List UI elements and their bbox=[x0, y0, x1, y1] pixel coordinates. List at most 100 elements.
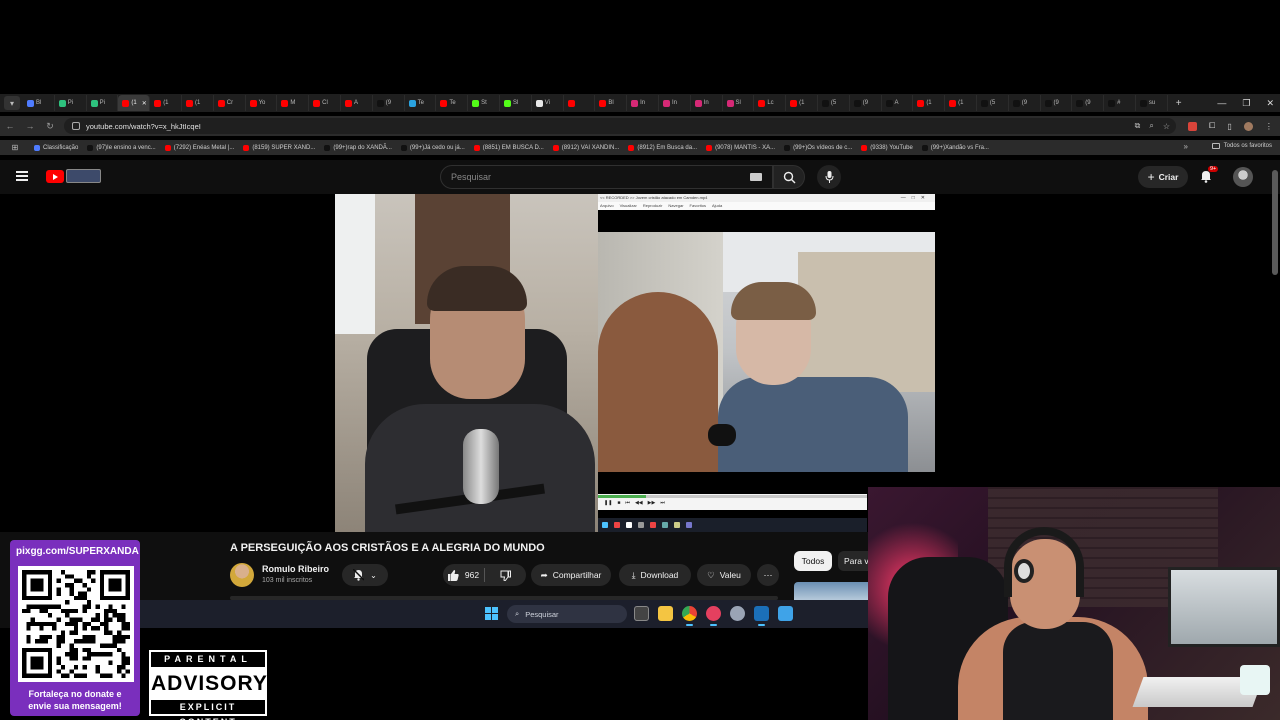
zoom-icon[interactable]: ⌕ bbox=[1149, 121, 1153, 131]
stop-icon[interactable]: ■ bbox=[617, 500, 620, 506]
bookmark-item[interactable]: (99+)Xandão vs Fra... bbox=[921, 144, 989, 151]
steam-icon[interactable] bbox=[754, 606, 769, 626]
bookmark-item[interactable]: Classificação bbox=[34, 144, 78, 151]
address-bar[interactable]: youtube.com/watch?v=x_hkJtIcqeI ⧉ ⌕ ☆ bbox=[64, 118, 1176, 134]
keyboard-icon[interactable] bbox=[750, 173, 762, 181]
browser-tab[interactable]: (9 bbox=[1041, 95, 1073, 111]
taskbar-search[interactable]: ⌕ Pesquisar bbox=[507, 605, 627, 623]
search-input[interactable]: Pesquisar bbox=[440, 165, 773, 189]
bookmark-item[interactable]: (99+)rap do XANDÃ... bbox=[324, 144, 392, 151]
youtube-logo[interactable] bbox=[46, 170, 64, 183]
tab-search-button[interactable]: ▾ bbox=[4, 96, 20, 110]
forward-icon[interactable]: ▶▶ bbox=[648, 500, 656, 506]
browser-tab[interactable]: (1 ✕ bbox=[118, 95, 151, 111]
voice-search-button[interactable] bbox=[817, 165, 841, 189]
doodle-logo[interactable] bbox=[66, 169, 101, 183]
browser-tab[interactable]: Te bbox=[405, 95, 437, 111]
browser-tab[interactable]: Pi bbox=[87, 95, 119, 111]
pause-icon[interactable]: ❚❚ bbox=[604, 500, 612, 506]
settings-icon[interactable] bbox=[730, 606, 745, 621]
sidebar-icon[interactable]: ▯ bbox=[1227, 122, 1231, 131]
video-player[interactable]: << RECORDED >> Jovem cristão atacado em … bbox=[335, 194, 935, 532]
bookmark-item[interactable]: (9078) MANTIS - XA... bbox=[706, 144, 775, 151]
download-button[interactable]: ⤓ Download bbox=[619, 564, 691, 586]
browser-tab[interactable]: In bbox=[691, 95, 723, 111]
browser-tab[interactable]: A bbox=[341, 95, 373, 111]
next-icon[interactable]: ⏭ bbox=[660, 500, 665, 506]
browser-tab[interactable]: (1 bbox=[182, 95, 214, 111]
bookmark-item[interactable]: (97)Ie ensino a venc... bbox=[87, 144, 156, 151]
rewind-icon[interactable]: ◀◀ bbox=[635, 500, 643, 506]
page-scrollbar[interactable] bbox=[1272, 170, 1278, 275]
back-icon[interactable]: ← bbox=[0, 121, 20, 131]
bookmarks-overflow-icon[interactable]: » bbox=[1184, 142, 1188, 151]
restore-icon[interactable]: ❐ bbox=[1242, 98, 1250, 109]
chip-all[interactable]: Todos bbox=[794, 551, 832, 571]
browser-tab[interactable]: A bbox=[882, 95, 914, 111]
share-button[interactable]: ➦ Compartilhar bbox=[531, 564, 611, 586]
browser-tab[interactable]: Bl bbox=[595, 95, 628, 111]
browser-tab[interactable]: # bbox=[1104, 95, 1136, 111]
like-button[interactable]: 962 bbox=[443, 564, 484, 586]
install-app-icon[interactable]: ⧉ bbox=[1135, 121, 1141, 131]
browser-tab[interactable]: (1 bbox=[786, 95, 818, 111]
file-explorer-icon[interactable] bbox=[658, 606, 673, 621]
browser-tab[interactable]: (1 bbox=[945, 95, 977, 111]
media-menu-item[interactable]: Arquivo bbox=[600, 202, 614, 210]
browser-tab[interactable]: M bbox=[277, 95, 310, 111]
browser-menu-icon[interactable]: ⋮ bbox=[1265, 122, 1273, 131]
account-avatar[interactable] bbox=[1233, 167, 1253, 187]
browser-tab[interactable]: (9 bbox=[1072, 95, 1105, 111]
bookmark-item[interactable]: (9338) YouTube bbox=[861, 144, 913, 151]
browser-tab[interactable]: (9 bbox=[373, 95, 405, 111]
media-menu-item[interactable]: Favoritos bbox=[690, 202, 706, 210]
browser-tab[interactable]: In bbox=[659, 95, 691, 111]
chrome-icon[interactable] bbox=[682, 606, 697, 626]
browser-tab[interactable]: (5 bbox=[977, 95, 1009, 111]
subscription-bell-button[interactable]: ⌄ bbox=[342, 564, 388, 586]
app-icon-blue[interactable] bbox=[778, 606, 793, 621]
channel-avatar[interactable] bbox=[230, 563, 254, 587]
browser-tab[interactable]: St bbox=[468, 95, 500, 111]
minimize-icon[interactable]: — bbox=[1217, 98, 1226, 108]
bookmark-item[interactable]: (99+)Os vídeos de c... bbox=[784, 144, 852, 151]
reload-icon[interactable]: ↻ bbox=[40, 121, 60, 132]
more-actions-button[interactable]: ⋯ bbox=[757, 564, 779, 586]
channel-name[interactable]: Romulo Ribeiro bbox=[262, 564, 329, 574]
prev-icon[interactable]: ⏮ bbox=[625, 500, 630, 506]
bookmark-item[interactable]: (8912) VAI XANDIN... bbox=[552, 144, 619, 151]
browser-tab[interactable]: Pi bbox=[55, 95, 87, 111]
browser-tab[interactable] bbox=[564, 95, 596, 111]
media-menu-item[interactable]: Visualizar bbox=[620, 202, 637, 210]
browser-tab[interactable]: (1 bbox=[150, 95, 182, 111]
task-view-icon[interactable] bbox=[634, 606, 649, 621]
media-menu-item[interactable]: Navegar bbox=[668, 202, 683, 210]
browser-tab[interactable]: Cr bbox=[214, 95, 246, 111]
media-progress-bar[interactable] bbox=[598, 495, 867, 498]
app-icon[interactable] bbox=[706, 606, 721, 626]
browser-tab[interactable]: Lc bbox=[754, 95, 787, 111]
dislike-button[interactable] bbox=[485, 564, 526, 586]
profile-avatar[interactable] bbox=[1243, 121, 1253, 131]
extensions-puzzle-icon[interactable]: ⧠ bbox=[1209, 121, 1215, 131]
browser-tab[interactable]: (1 bbox=[913, 95, 946, 111]
browser-tab[interactable]: su bbox=[1136, 95, 1168, 111]
new-tab-button[interactable]: + bbox=[1172, 98, 1186, 109]
browser-tab[interactable]: Vi bbox=[532, 95, 564, 111]
thanks-button[interactable]: ♡ Valeu bbox=[697, 564, 751, 586]
bookmark-item[interactable]: (8159) SUPER XAND... bbox=[243, 144, 315, 151]
close-icon[interactable]: ✕ bbox=[1266, 98, 1274, 109]
bookmark-item[interactable]: (8912) Em Busca da... bbox=[628, 144, 697, 151]
browser-tab[interactable]: Yo bbox=[246, 95, 278, 111]
search-button[interactable] bbox=[773, 165, 805, 189]
site-info-icon[interactable] bbox=[72, 122, 80, 130]
browser-tab[interactable]: (5 bbox=[818, 95, 850, 111]
browser-tab[interactable]: Cl bbox=[309, 95, 341, 111]
bookmark-item[interactable]: (99+)Já cedo ou já... bbox=[400, 144, 465, 151]
bookmark-star-icon[interactable]: ☆ bbox=[1163, 122, 1170, 131]
browser-tab[interactable]: (9 bbox=[850, 95, 882, 111]
browser-tab[interactable]: In bbox=[627, 95, 659, 111]
bookmark-item[interactable]: (8851) EM BUSCA D... bbox=[473, 144, 544, 151]
browser-tab[interactable]: Sl bbox=[723, 95, 755, 111]
extension-icon[interactable] bbox=[1188, 121, 1197, 131]
